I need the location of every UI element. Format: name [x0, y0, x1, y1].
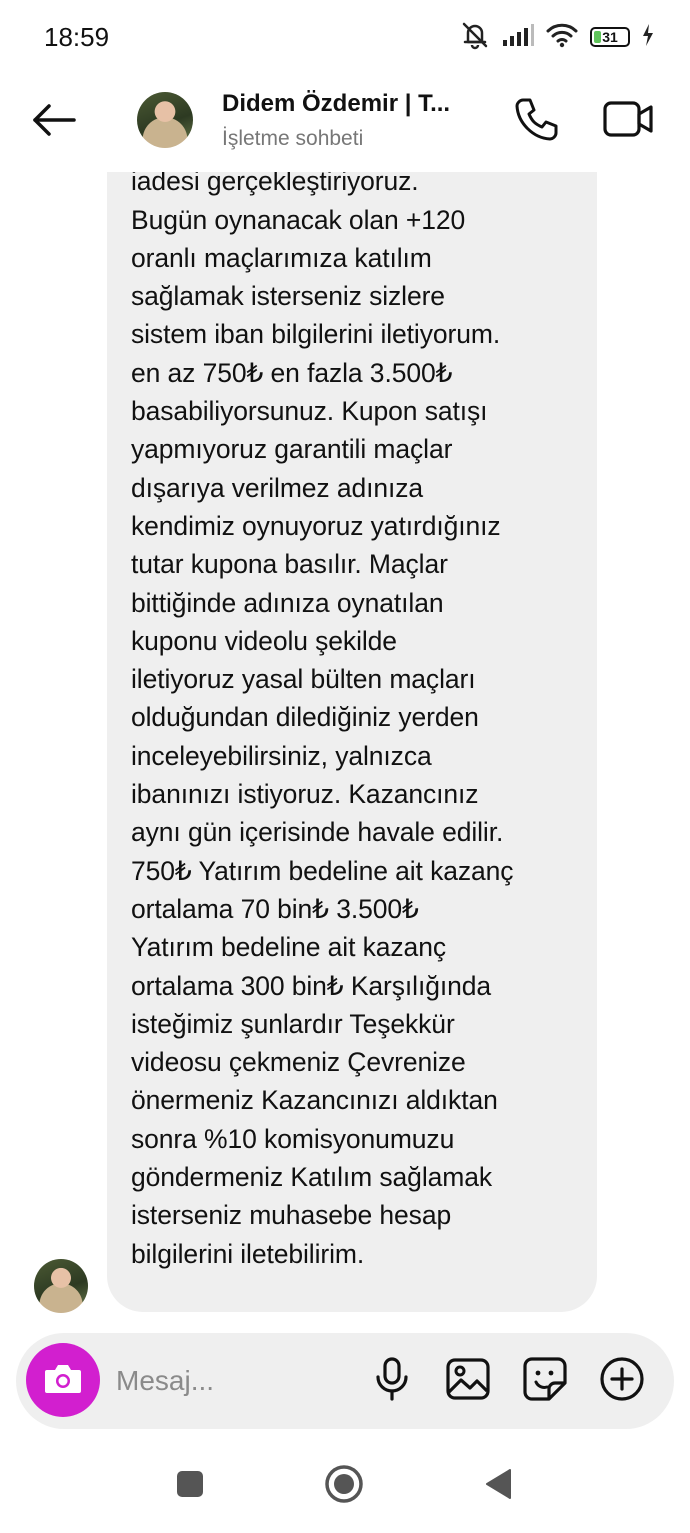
circle-home-icon [324, 1464, 364, 1509]
camera-button[interactable] [26, 1343, 100, 1417]
signal-icon [502, 23, 534, 51]
sticker-button[interactable] [521, 1356, 569, 1406]
battery-level: 31 [602, 29, 618, 45]
mute-icon [460, 20, 490, 55]
wifi-icon [546, 22, 578, 53]
voice-message-button[interactable] [368, 1356, 416, 1406]
status-icons: 31 [460, 22, 654, 52]
contact-name[interactable]: Didem Özdemir | T... [222, 90, 472, 118]
recents-button[interactable] [168, 1464, 212, 1508]
image-icon [446, 1357, 490, 1405]
nav-back-button[interactable] [476, 1464, 520, 1508]
charging-icon [642, 23, 654, 51]
back-button[interactable] [28, 96, 80, 148]
camera-icon [43, 1361, 83, 1400]
home-button[interactable] [322, 1464, 366, 1508]
battery-fill [594, 31, 602, 43]
contact-avatar[interactable] [137, 92, 193, 148]
square-icon [175, 1469, 205, 1504]
status-time: 18:59 [44, 22, 110, 52]
message-text: Kuponunuz kaybederse para iadesi gerçekl… [131, 130, 514, 1269]
message-list[interactable]: Kuponunuz kaybederse para iadesi gerçekl… [0, 130, 690, 1330]
more-button[interactable] [598, 1356, 646, 1407]
video-camera-icon [603, 99, 655, 144]
chat-header: Didem Özdemir | T... İşletme sohbeti [0, 76, 690, 172]
battery-icon: 31 [590, 27, 630, 47]
sticker-icon [523, 1356, 567, 1406]
message-input[interactable] [116, 1361, 356, 1401]
system-nav-bar [0, 1440, 690, 1533]
message-bubble[interactable]: Kuponunuz kaybederse para iadesi gerçekl… [107, 130, 597, 1312]
gallery-button[interactable] [444, 1357, 492, 1405]
microphone-icon [374, 1356, 410, 1406]
video-call-button[interactable] [600, 94, 658, 148]
message-composer [16, 1333, 674, 1429]
voice-call-button[interactable] [510, 94, 564, 148]
phone-icon [514, 96, 560, 147]
arrow-left-icon [31, 102, 77, 143]
status-bar: 18:59 31 [0, 0, 690, 76]
plus-circle-icon [599, 1356, 645, 1407]
chat-subtitle: İşletme sohbeti [222, 127, 364, 150]
sender-avatar[interactable] [34, 1259, 88, 1313]
triangle-back-icon [483, 1467, 513, 1506]
